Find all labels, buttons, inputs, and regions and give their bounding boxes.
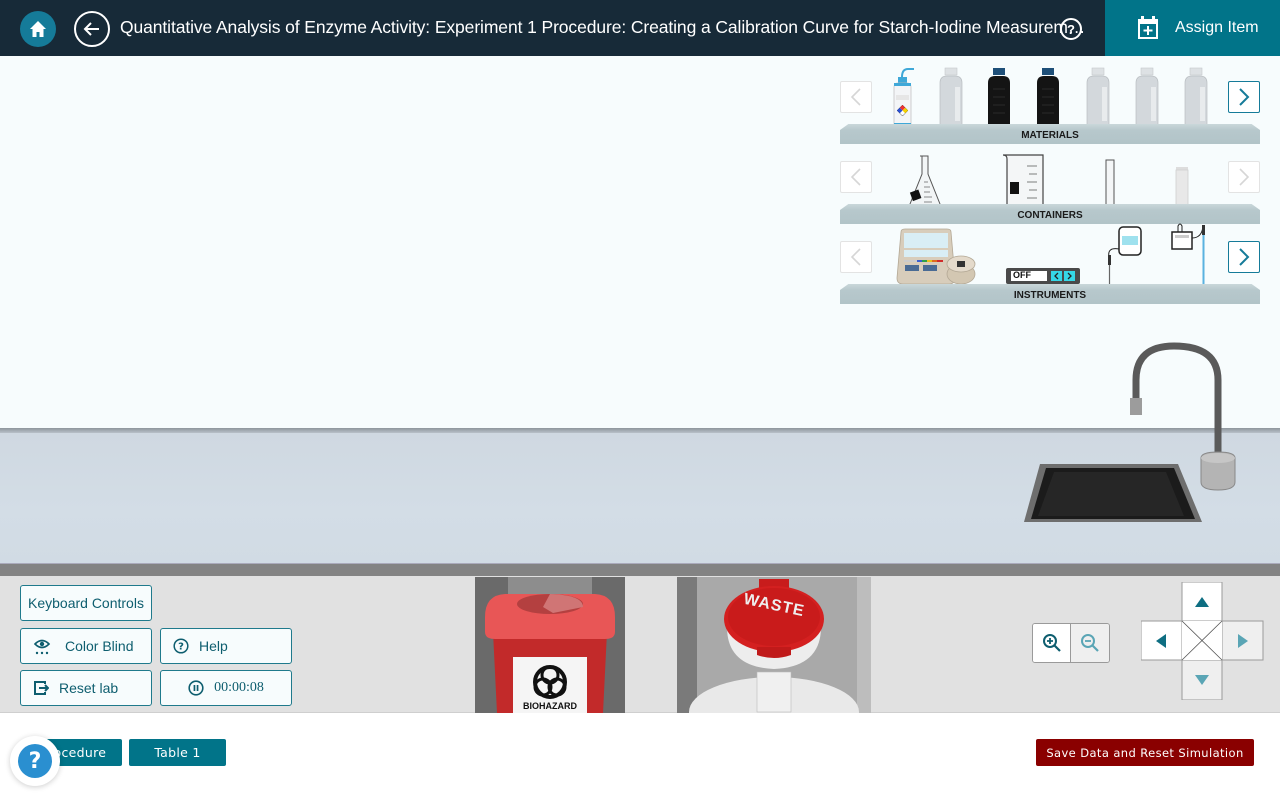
triangle-down-icon — [1195, 675, 1209, 685]
triangle-left-icon — [1156, 634, 1166, 648]
timer-pause-button[interactable]: 00:00:08 — [160, 670, 292, 706]
clear-reagent-bottle[interactable] — [937, 67, 965, 129]
title-help-button[interactable]: ? — [1060, 18, 1082, 40]
assign-item-button[interactable]: Assign Item — [1105, 0, 1280, 56]
arrow-left-icon — [83, 22, 99, 36]
hot-plate-display: OFF — [1013, 270, 1031, 280]
chevron-left-icon — [850, 168, 861, 186]
clear-reagent-bottle[interactable] — [1133, 67, 1161, 129]
clear-bottle-icon — [939, 67, 963, 129]
erlenmeyer-flask[interactable] — [908, 154, 942, 210]
materials-next-button[interactable] — [1228, 81, 1260, 113]
chevron-left-icon — [850, 88, 861, 106]
calendar-plus-icon — [1138, 16, 1158, 39]
instruments-next-button[interactable] — [1228, 241, 1260, 273]
triangle-up-icon — [1195, 597, 1209, 607]
help-label: Help — [199, 638, 228, 654]
containers-prev-button[interactable] — [840, 161, 872, 193]
home-icon — [30, 21, 46, 37]
zoom-in-button[interactable] — [1033, 624, 1072, 662]
svg-text:?: ? — [178, 642, 184, 653]
pause-icon — [188, 680, 204, 696]
pan-right-button[interactable] — [1223, 621, 1263, 661]
timer-value: 00:00:08 — [214, 680, 264, 695]
containers-next-button[interactable] — [1228, 161, 1260, 193]
save-and-reset-button[interactable]: Save Data and Reset Simulation — [1036, 739, 1254, 766]
home-button[interactable] — [20, 11, 56, 47]
chevron-right-icon — [1239, 88, 1250, 106]
reset-lab-button[interactable]: Reset lab — [20, 670, 152, 706]
waste-container[interactable]: WASTE — [677, 577, 871, 713]
sink-icon — [1024, 464, 1202, 522]
spectrophotometer[interactable] — [895, 228, 977, 286]
reset-lab-label: Reset lab — [59, 680, 119, 696]
help-fab-button[interactable]: ? — [10, 736, 60, 786]
pan-up-button[interactable] — [1182, 582, 1222, 622]
clear-reagent-bottle[interactable] — [1084, 67, 1112, 129]
zoom-controls — [1032, 623, 1110, 663]
top-bar: Quantitative Analysis of Enzyme Activity… — [0, 0, 1280, 56]
clear-bottle-icon — [1135, 67, 1159, 129]
page-title: Quantitative Analysis of Enzyme Activity… — [120, 17, 1086, 37]
cuvette[interactable] — [1174, 166, 1190, 210]
biohazard-bin-icon — [475, 577, 625, 713]
instruments-shelf-label: INSTRUMENTS — [1013, 290, 1087, 301]
keyboard-controls-label: Keyboard Controls — [28, 595, 144, 611]
thermometer-probe[interactable] — [1105, 225, 1145, 287]
ph-meter-icon — [1171, 223, 1205, 287]
exit-icon — [33, 680, 49, 696]
beaker-icon — [1002, 154, 1044, 209]
color-blind-button[interactable]: Color Blind — [20, 628, 152, 664]
table-1-tab[interactable]: Table 1 — [129, 739, 226, 766]
triangle-right-icon — [1238, 634, 1248, 648]
test-tube-icon — [1105, 159, 1115, 209]
clear-bottle-icon — [1086, 67, 1110, 129]
wash-bottle-icon — [893, 68, 914, 128]
zoom-out-icon — [1081, 634, 1099, 652]
wash-bottle[interactable] — [890, 67, 916, 129]
materials-shelf-label: MATERIALS — [1021, 130, 1079, 141]
pan-down-button[interactable] — [1182, 660, 1222, 700]
hot-plate[interactable]: OFF — [1006, 268, 1080, 286]
question-circle-icon: ? — [173, 638, 189, 654]
zoom-out-button[interactable] — [1071, 624, 1109, 662]
question-mark-icon: ? — [18, 744, 52, 778]
dark-bottle-icon — [988, 68, 1010, 128]
test-tube[interactable] — [1104, 158, 1116, 210]
beaker[interactable] — [1001, 152, 1047, 210]
biohazard-bin[interactable]: BIOHAZARD — [475, 577, 625, 713]
thermometer-icon — [1108, 226, 1142, 287]
keyboard-controls-button[interactable]: Keyboard Controls — [20, 585, 152, 621]
chevron-left-icon — [850, 248, 861, 266]
pan-left-button[interactable] — [1141, 621, 1181, 661]
instruments-prev-button[interactable] — [840, 241, 872, 273]
cuvette-icon — [1175, 167, 1189, 209]
direction-pad — [1141, 582, 1265, 700]
dark-bottle-icon — [1037, 68, 1059, 128]
containers-shelf-label: CONTAINERS — [1017, 210, 1083, 221]
sink[interactable] — [1024, 464, 1202, 524]
materials-prev-button[interactable] — [840, 81, 872, 113]
zoom-in-icon — [1042, 634, 1061, 652]
amber-reagent-bottle[interactable] — [1034, 67, 1062, 129]
amber-reagent-bottle[interactable] — [985, 67, 1013, 129]
footer: Procedure Table 1 Save Data and Reset Si… — [0, 714, 1280, 800]
clear-bottle-icon — [1184, 67, 1208, 129]
help-button[interactable]: ? Help — [160, 628, 292, 664]
eye-icon — [33, 637, 51, 655]
question-circle-icon: ? — [1067, 21, 1075, 37]
chevron-right-icon — [1239, 168, 1250, 186]
ph-meter[interactable] — [1170, 222, 1210, 287]
bench-lip — [0, 563, 1280, 576]
color-blind-label: Color Blind — [65, 638, 134, 654]
spectrophotometer-icon — [896, 228, 976, 285]
clear-reagent-bottle[interactable] — [1182, 67, 1210, 129]
chevron-right-icon — [1239, 248, 1250, 266]
biohazard-label: BIOHAZARD — [523, 701, 577, 711]
assign-item-label: Assign Item — [1175, 19, 1259, 36]
erlenmeyer-flask-icon — [909, 155, 941, 209]
back-button[interactable] — [74, 11, 110, 47]
